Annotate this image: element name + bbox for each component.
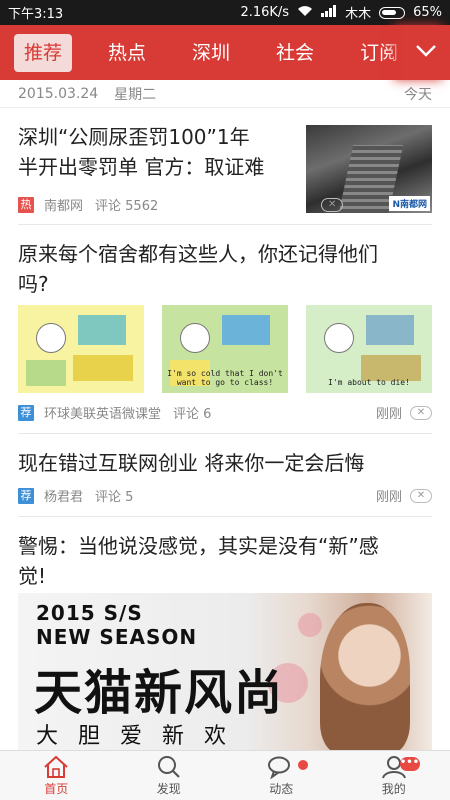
dismiss-button[interactable]: ✕ xyxy=(321,197,344,212)
status-time: 下午3:13 xyxy=(8,7,64,22)
cartoon-shape xyxy=(26,360,66,386)
cartoon-shape xyxy=(73,355,133,381)
news-source: 杨君君 xyxy=(44,490,84,505)
nav-discover-label: 发现 xyxy=(156,781,181,796)
status-bar: 下午3:13 2.16K/s 木木 65% xyxy=(0,0,450,25)
news-title: 原来每个宿舍都有这些人，你还记得他们 吗? xyxy=(18,239,432,299)
tab-shenzhen[interactable]: 深圳 xyxy=(182,34,240,72)
banner-slogan: 大胆爱新欢 xyxy=(36,724,247,749)
tab-recommend[interactable]: 推荐 xyxy=(14,33,73,72)
comment-count: 评论 5562 xyxy=(95,199,159,214)
news-title: 警惕：当他说没感觉，其实是没有“新”感 觉! xyxy=(18,531,432,591)
news-meta: 荐 环球美联英语微课堂 评论 6 刚刚 ✕ xyxy=(18,403,432,422)
cartoon-shape xyxy=(180,323,210,353)
news-title-line: 原来每个宿舍都有这些人，你还记得他们 xyxy=(18,242,378,266)
recommend-tag: 荐 xyxy=(18,487,34,504)
nav-profile-label: 我的 xyxy=(381,781,406,796)
image-caption: I'm about to die! xyxy=(328,378,410,387)
news-image: I'm so cold that I don't want to go to c… xyxy=(162,305,288,393)
more-badge: ••• xyxy=(399,757,420,771)
nav-activity-label: 动态 xyxy=(269,781,294,796)
news-item[interactable]: 现在错过互联网创业 将来你一定会后悔 荐 杨君君 评论 5 刚刚 ✕ xyxy=(0,434,450,516)
news-meta: 热 南都网 评论 5562 ✕ xyxy=(18,195,432,214)
cartoon-shape xyxy=(222,315,270,345)
nav-profile[interactable]: ••• 我的 xyxy=(338,751,450,800)
news-time: 刚刚 xyxy=(375,490,402,505)
banner-brand: 天猫新风尚 xyxy=(34,665,285,721)
nav-home[interactable]: 首页 xyxy=(0,751,113,800)
news-image xyxy=(18,305,144,393)
signal-icon xyxy=(321,4,337,21)
news-item[interactable]: 警惕：当他说没感觉，其实是没有“新”感 觉! 2015 S/S NEW SEAS… xyxy=(0,517,450,753)
chat-bubble-icon xyxy=(267,755,295,779)
nav-home-label: 首页 xyxy=(44,781,69,796)
comment-count: 评论 5 xyxy=(95,490,134,505)
battery-percent: 65% xyxy=(413,5,442,20)
cartoon-shape xyxy=(366,315,414,345)
cartoon-shape xyxy=(36,323,66,353)
ad-banner-image: 2015 S/S NEW SEASON 天猫新风尚 大胆爱新欢 xyxy=(18,593,432,753)
tab-hot[interactable]: 热点 xyxy=(98,34,156,72)
news-title: 现在错过互联网创业 将来你一定会后悔 xyxy=(18,451,365,475)
tab-subscribe[interactable]: 订阅 xyxy=(350,34,408,72)
news-source: 南都网 xyxy=(44,199,84,214)
banner-season-line2: NEW SEASON xyxy=(36,625,198,649)
news-time: 刚刚 xyxy=(375,407,402,422)
nav-discover[interactable]: 发现 xyxy=(113,751,226,800)
expand-channels-button[interactable] xyxy=(402,25,450,80)
search-icon xyxy=(156,755,182,779)
news-title-line: 吗? xyxy=(18,272,49,296)
news-title-line: 深圳“公厕尿歪罚100”1年 xyxy=(18,125,250,149)
wifi-icon xyxy=(297,5,313,21)
nav-activity[interactable]: 动态 xyxy=(225,751,338,800)
news-title-line: 警惕：当他说没感觉，其实是没有“新”感 xyxy=(18,534,379,558)
recommend-tag: 荐 xyxy=(18,404,34,421)
image-caption: I'm so cold that I don't want to go to c… xyxy=(167,369,283,387)
feed-weekday: 星期二 xyxy=(114,86,157,103)
today-label: 今天 xyxy=(404,86,432,103)
comment-count: 评论 6 xyxy=(173,407,212,422)
news-item[interactable]: 原来每个宿舍都有这些人，你还记得他们 吗? I'm so cold that I… xyxy=(0,225,450,422)
home-icon xyxy=(42,755,70,779)
banner-season-line1: 2015 S/S xyxy=(36,601,143,625)
news-image: I'm about to die! xyxy=(306,305,432,393)
status-indicators: 2.16K/s 木木 65% xyxy=(240,3,442,22)
bottom-navigation: 首页 发现 动态 ••• 我的 xyxy=(0,750,450,800)
carrier-label: 木木 xyxy=(345,7,372,22)
model-photo xyxy=(320,603,410,753)
news-source: 环球美联英语微课堂 xyxy=(44,407,162,422)
flower-decoration xyxy=(298,613,322,637)
tab-society[interactable]: 社会 xyxy=(266,34,324,72)
feed-date: 2015.03.24 xyxy=(18,85,99,102)
cartoon-shape xyxy=(324,323,354,353)
news-title: 深圳“公厕尿歪罚100”1年 半开出零罚单 官方：取证难 xyxy=(18,122,298,182)
battery-icon xyxy=(379,6,406,19)
news-title-line: 半开出零罚单 官方：取证难 xyxy=(18,155,265,179)
date-row: 2015.03.24 星期二 今天 xyxy=(0,80,450,108)
channel-tab-bar: 推荐 热点 深圳 社会 订阅 娱 xyxy=(0,25,450,80)
news-item[interactable]: 深圳“公厕尿歪罚100”1年 半开出零罚单 官方：取证难 N南都网 热 南都网 … xyxy=(0,108,450,224)
cartoon-shape xyxy=(78,315,126,345)
dismiss-button[interactable]: ✕ xyxy=(410,488,432,503)
hot-tag: 热 xyxy=(18,196,34,213)
news-title-line: 觉! xyxy=(18,564,47,588)
chevron-down-icon xyxy=(415,43,437,62)
network-speed: 2.16K/s xyxy=(240,5,290,20)
notification-dot xyxy=(298,760,308,770)
news-meta: 荐 杨君君 评论 5 刚刚 ✕ xyxy=(18,486,432,505)
dismiss-button[interactable]: ✕ xyxy=(410,405,432,420)
